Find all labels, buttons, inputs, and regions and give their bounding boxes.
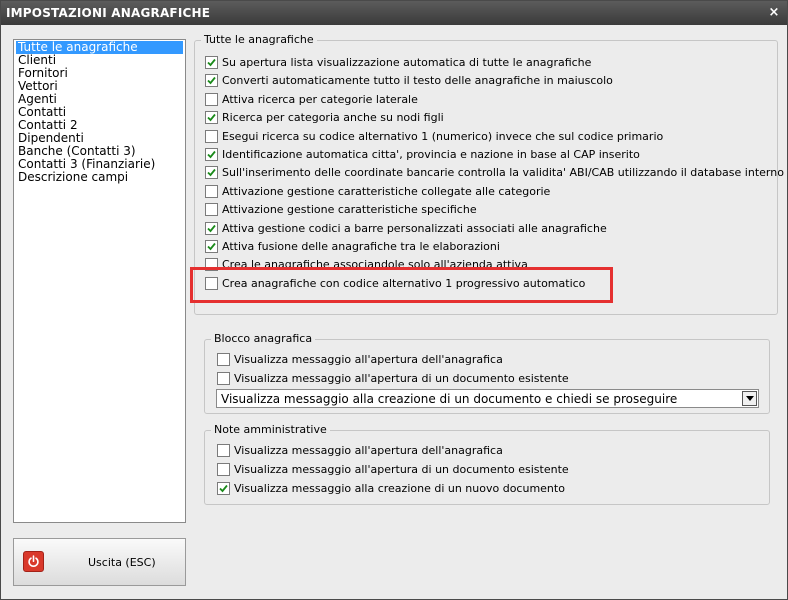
- checkbox-label: Attivazione gestione caratteristiche spe…: [222, 203, 477, 217]
- checkbox-checked[interactable]: [205, 74, 218, 88]
- chevron-down-icon: [746, 396, 754, 401]
- checkmark-icon: [207, 114, 216, 122]
- checkmark-icon: [207, 224, 216, 232]
- checkbox-unchecked[interactable]: [217, 353, 230, 366]
- title-bar[interactable]: IMPOSTAZIONI ANAGRAFICHE ×: [1, 1, 787, 25]
- close-icon: ×: [768, 5, 780, 20]
- checkbox-label: Su apertura lista visualizzazione automa…: [222, 56, 592, 69]
- checkbox-label: Visualizza messaggio all'apertura di un …: [234, 463, 569, 476]
- group-legend-tutte: Tutte le anagrafiche: [201, 33, 317, 47]
- checkbox-checked[interactable]: [205, 221, 218, 235]
- checkbox-label: Converti automaticamente tutto il testo …: [222, 74, 613, 88]
- checkbox-label: Attiva ricerca per categorie laterale: [222, 92, 418, 106]
- checkbox-label: Visualizza messaggio all'apertura dell'a…: [234, 353, 503, 366]
- checkmark-icon: [207, 77, 216, 85]
- checkbox-unchecked[interactable]: [217, 463, 230, 476]
- checkbox-unchecked[interactable]: [205, 129, 218, 143]
- checkbox-label: Attiva fusione delle anagrafiche tra le …: [222, 240, 500, 253]
- checkbox-label: Attiva gestione codici a barre personali…: [222, 221, 607, 235]
- settings-window: IMPOSTAZIONI ANAGRAFICHE × Tutte le anag…: [0, 0, 788, 600]
- checkbox-label: Visualizza messaggio all'apertura di un …: [234, 372, 569, 385]
- checkbox-label: Sull'inserimento delle coordinate bancar…: [222, 166, 784, 180]
- group-legend-note: Note amministrative: [211, 423, 330, 437]
- category-list[interactable]: Tutte le anagrafiche Clienti Fornitori V…: [13, 39, 186, 523]
- checkbox-checked[interactable]: [205, 240, 218, 253]
- checkmark-icon: [207, 242, 216, 251]
- checkbox-label: Attivazione gestione caratteristiche col…: [222, 184, 551, 198]
- checkbox-checked[interactable]: [217, 482, 230, 495]
- checkbox-unchecked[interactable]: [217, 444, 230, 457]
- checkbox-unchecked[interactable]: [205, 203, 218, 217]
- checkbox-label: Ricerca per categoria anche su nodi figl…: [222, 111, 444, 125]
- checkbox-unchecked[interactable]: [205, 92, 218, 106]
- checkbox-label: Visualizza messaggio alla creazione di u…: [234, 482, 565, 495]
- checkbox-checked[interactable]: [205, 166, 218, 180]
- checkbox-label: Esegui ricerca su codice alternativo 1 (…: [222, 129, 664, 143]
- list-item-descrizione-campi[interactable]: Descrizione campi: [16, 171, 183, 184]
- dropdown-button[interactable]: [742, 391, 757, 406]
- blocco-message-select[interactable]: Visualizza messaggio alla creazione di u…: [216, 389, 759, 408]
- group-legend-blocco: Blocco anagrafica: [211, 332, 316, 346]
- checkbox-checked[interactable]: [205, 56, 218, 69]
- checkmark-icon: [207, 169, 216, 177]
- exit-button-label: Uscita (ESC): [88, 556, 156, 569]
- power-icon: [23, 551, 44, 572]
- checkmark-icon: [207, 58, 216, 67]
- close-button[interactable]: ×: [765, 4, 783, 22]
- checkbox-unchecked[interactable]: [205, 184, 218, 198]
- highlight-annotation: [190, 267, 613, 303]
- checkbox-checked[interactable]: [205, 111, 218, 125]
- checkmark-icon: [219, 484, 228, 493]
- checkbox-label: Identificazione automatica citta', provi…: [222, 148, 640, 161]
- checkbox-label: Visualizza messaggio all'apertura dell'a…: [234, 444, 503, 457]
- window-title: IMPOSTAZIONI ANAGRAFICHE: [6, 6, 211, 20]
- checkmark-icon: [207, 150, 216, 159]
- exit-button[interactable]: Uscita (ESC): [13, 538, 186, 586]
- checkbox-checked[interactable]: [205, 148, 218, 161]
- blocco-message-select-value: Visualizza messaggio alla creazione di u…: [221, 392, 678, 406]
- checkbox-unchecked[interactable]: [217, 372, 230, 385]
